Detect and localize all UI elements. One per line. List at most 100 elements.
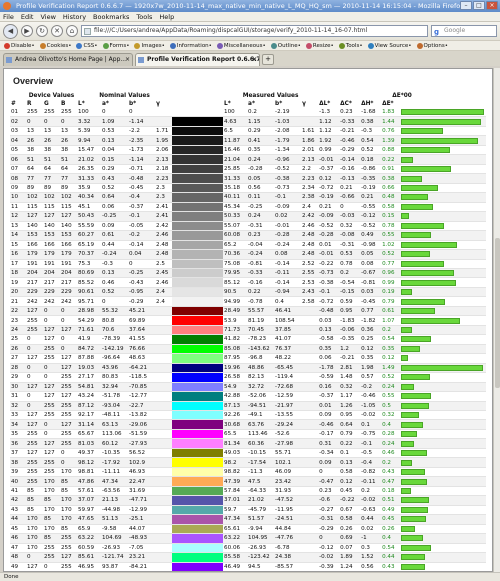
delta-e: 1.83 xyxy=(381,108,400,118)
measured-l: 6.5 xyxy=(223,126,248,137)
delta-c: 0.23 xyxy=(339,108,361,118)
tab-close-icon[interactable]: × xyxy=(252,54,257,66)
devbar-item-information[interactable]: Information• xyxy=(169,41,212,50)
nominal-a: -10.35 xyxy=(101,448,128,459)
nominal-gamma xyxy=(155,353,173,364)
measured-a: 0.2 xyxy=(247,108,275,118)
table-row: 16 179 179 179 70.37 -0.24 0.04 2.48 70.36 -0.24 0… xyxy=(10,249,486,260)
devbar-item-resize[interactable]: Resize• xyxy=(305,41,334,50)
device-g: 179 xyxy=(43,249,60,260)
menu-item-edit[interactable]: Edit xyxy=(21,12,34,21)
nominal-gamma: 2.3 xyxy=(155,183,173,194)
nominal-b: -47.71 xyxy=(128,495,155,506)
devbar-item-options[interactable]: Options• xyxy=(416,41,448,50)
nominal-gamma: 2.46 xyxy=(155,277,173,288)
nominal-gamma xyxy=(155,108,173,118)
menu-item-bookmarks[interactable]: Bookmarks xyxy=(93,12,129,21)
back-arrow-icon[interactable]: ◀ xyxy=(3,23,18,39)
measured-a: 51.57 xyxy=(247,514,275,525)
measured-gamma: 2.4 xyxy=(301,202,319,213)
color-swatch xyxy=(172,524,224,535)
devbar-css-icon xyxy=(76,42,83,49)
nominal-gamma: 2.41 xyxy=(155,202,173,213)
menu-item-help[interactable]: Help xyxy=(159,12,174,21)
nominal-b: -0.48 xyxy=(128,173,155,184)
reload-icon[interactable]: ↻ xyxy=(36,25,48,37)
devbar-item-outline[interactable]: Outline• xyxy=(270,41,301,50)
measured-l: 65.2 xyxy=(223,240,248,251)
nominal-a: 0.52 xyxy=(101,183,128,194)
device-g: 127 xyxy=(43,391,60,402)
measured-l: 85.12 xyxy=(223,277,248,288)
device-r: 255 xyxy=(26,467,43,478)
measured-a: -0.16 xyxy=(247,277,275,288)
nominal-gamma: 1.95 xyxy=(155,135,173,146)
measured-a: 55.57 xyxy=(247,306,275,317)
home-icon[interactable]: ⌂ xyxy=(66,25,78,37)
device-b: 85 xyxy=(60,486,77,497)
device-r: 85 xyxy=(26,486,43,497)
devbar-item-css[interactable]: CSS• xyxy=(76,41,98,50)
swatch-fill xyxy=(172,439,224,448)
device-g: 0 xyxy=(43,372,60,383)
device-g: 89 xyxy=(43,183,60,194)
devbar-item-viewsource[interactable]: View Source• xyxy=(367,41,412,50)
nominal-gamma xyxy=(155,505,173,516)
menu-item-view[interactable]: View xyxy=(40,12,55,21)
maximize-button[interactable]: □ xyxy=(473,1,485,10)
devbar-item-forms[interactable]: Forms• xyxy=(102,41,129,50)
search-input[interactable]: g Google xyxy=(431,25,497,37)
menu-item-history[interactable]: History xyxy=(63,12,86,21)
color-swatch xyxy=(172,306,224,317)
vertical-scrollbar[interactable] xyxy=(493,68,500,572)
delta-e: 0.77 xyxy=(381,259,400,269)
menu-item-file[interactable]: File xyxy=(3,12,14,21)
device-b: 255 xyxy=(60,533,77,544)
swatch-fill xyxy=(172,401,224,410)
delta-h: -0.02 xyxy=(360,495,382,506)
new-tab-button[interactable]: + xyxy=(262,54,274,65)
nominal-l: 100 xyxy=(77,108,101,118)
nominal-l: 92.17 xyxy=(77,410,101,421)
nominal-a: 32.94 xyxy=(101,382,128,393)
nominal-l: 84.72 xyxy=(77,344,101,355)
devbar-item-miscellaneous[interactable]: Miscellaneous• xyxy=(216,41,266,50)
measured-l: 11.87 xyxy=(223,135,248,146)
menu-item-tools[interactable]: Tools xyxy=(136,12,152,21)
devbar-label: Tools• xyxy=(345,42,363,49)
device-g: 64 xyxy=(43,164,60,175)
nominal-l: 54.81 xyxy=(77,382,101,393)
devbar-item-cookies[interactable]: Cookies• xyxy=(39,41,71,50)
measured-l: 57.84 xyxy=(223,486,248,497)
device-r: 170 xyxy=(26,543,43,554)
devbar-item-images[interactable]: Images• xyxy=(134,41,165,50)
measured-b: -47.52 xyxy=(274,495,302,506)
devbar-item-tools[interactable]: Tools• xyxy=(338,41,363,50)
measured-a: -0.25 xyxy=(247,202,275,213)
forward-arrow-icon[interactable]: ▶ xyxy=(21,25,33,37)
nominal-gamma: 2.46 xyxy=(155,230,173,241)
delta-e-bar-fill xyxy=(401,345,421,352)
scrollbar-thumb[interactable] xyxy=(495,238,500,388)
minimize-button[interactable]: – xyxy=(460,1,472,10)
nominal-gamma xyxy=(155,306,173,317)
measured-a: 63.76 xyxy=(247,419,275,430)
patch-number: 32 xyxy=(10,401,26,412)
close-button[interactable]: × xyxy=(486,1,498,10)
device-g: 255 xyxy=(43,552,60,563)
delta-e-bar-fill xyxy=(401,251,430,258)
patch-number: 31 xyxy=(10,391,26,402)
delta-h: 0.05 xyxy=(360,249,382,260)
url-bar[interactable]: file:///C:/Users/andrea/AppData/Roaming/… xyxy=(81,25,428,37)
nominal-l: 63.22 xyxy=(77,533,101,544)
devbar-item-disable[interactable]: Disable• xyxy=(4,41,35,50)
device-g: 85 xyxy=(43,533,60,544)
tab-2[interactable]: Profile Verification Report 0.6.6.7... × xyxy=(135,53,260,66)
tab-1[interactable]: Andrea Olivotto's Home Page | App... × xyxy=(3,53,133,66)
delta-h: -0.02 xyxy=(360,410,382,421)
nominal-b: -12.99 xyxy=(128,505,155,516)
tab-close-icon[interactable]: × xyxy=(125,54,130,66)
device-r: 204 xyxy=(26,268,43,279)
nominal-l: 31.14 xyxy=(77,419,101,430)
stop-icon[interactable]: ✕ xyxy=(51,25,63,37)
